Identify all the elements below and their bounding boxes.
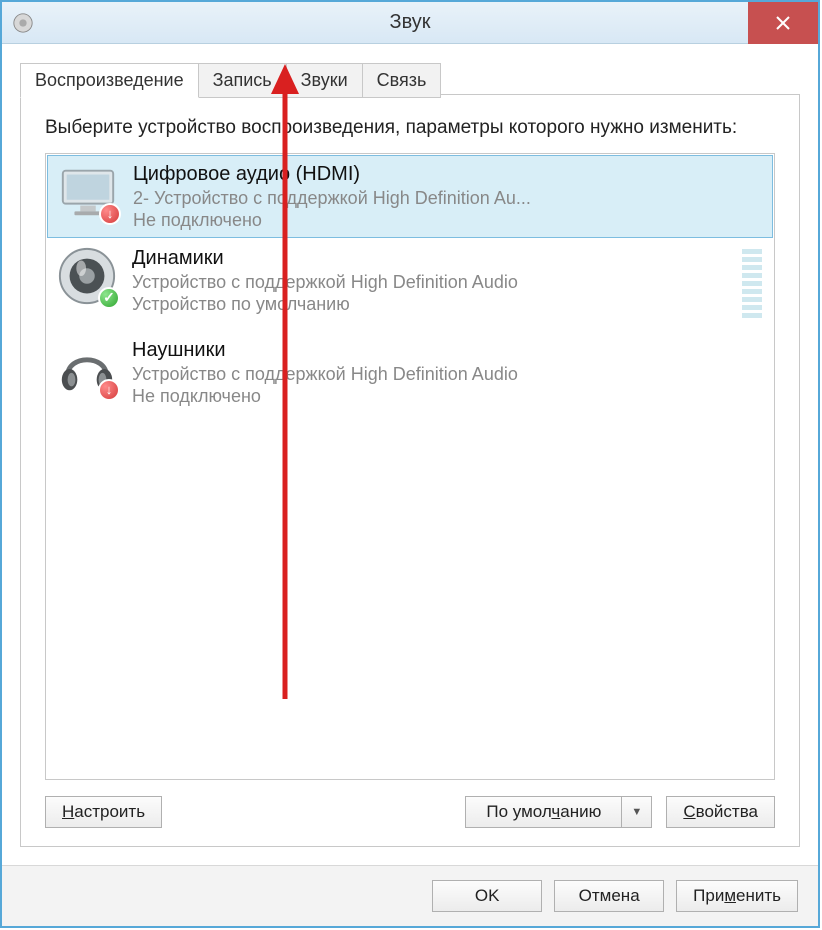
- tab-panel: Воспроизведение Запись Звуки Связь Выбер…: [20, 94, 800, 847]
- tab-recording[interactable]: Запись: [198, 63, 287, 98]
- device-name: Динамики: [132, 247, 734, 270]
- apply-button[interactable]: Применить: [676, 880, 798, 912]
- volume-meter: [742, 249, 762, 321]
- sound-app-icon: [12, 12, 34, 34]
- device-status: Не подключено: [133, 209, 765, 232]
- dialog-footer: OK Отмена Применить: [2, 865, 818, 926]
- device-name: Наушники: [132, 339, 766, 362]
- headphones-icon: [56, 337, 118, 399]
- dropdown-arrow-icon[interactable]: ▼: [621, 797, 651, 827]
- device-name: Цифровое аудио (HDMI): [133, 163, 765, 186]
- device-item-hdmi[interactable]: Цифровое аудио (HDMI) 2- Устройство с по…: [47, 155, 773, 238]
- set-default-button[interactable]: По умолчанию ▼: [465, 796, 652, 828]
- status-badge-default-icon: [98, 287, 120, 309]
- sound-dialog: Звук Воспроизведение Запись Звуки Связь …: [0, 0, 820, 928]
- titlebar: Звук: [2, 2, 818, 44]
- device-item-speakers[interactable]: Динамики Устройство с поддержкой High De…: [46, 239, 774, 331]
- properties-button[interactable]: Свойства: [666, 796, 775, 828]
- speaker-icon: [56, 245, 118, 307]
- tab-playback[interactable]: Воспроизведение: [20, 63, 199, 98]
- cancel-button[interactable]: Отмена: [554, 880, 664, 912]
- device-desc: 2- Устройство с поддержкой High Definiti…: [133, 187, 765, 210]
- tab-row: Воспроизведение Запись Звуки Связь: [20, 63, 440, 98]
- tab-communications[interactable]: Связь: [362, 63, 442, 98]
- device-status: Устройство по умолчанию: [132, 293, 734, 316]
- device-item-headphones[interactable]: Наушники Устройство с поддержкой High De…: [46, 331, 774, 414]
- close-button[interactable]: [748, 2, 818, 44]
- panel-button-row: Настроить По умолчанию ▼ Свойства: [45, 796, 775, 828]
- ok-button[interactable]: OK: [432, 880, 542, 912]
- instruction-text: Выберите устройство воспроизведения, пар…: [45, 115, 775, 141]
- configure-button[interactable]: Настроить: [45, 796, 162, 828]
- device-desc: Устройство с поддержкой High Definition …: [132, 363, 766, 386]
- device-desc: Устройство с поддержкой High Definition …: [132, 271, 734, 294]
- status-badge-disconnected-icon: [99, 203, 121, 225]
- content-area: Воспроизведение Запись Звуки Связь Выбер…: [2, 44, 818, 865]
- tab-sounds[interactable]: Звуки: [286, 63, 363, 98]
- device-list[interactable]: Цифровое аудио (HDMI) 2- Устройство с по…: [45, 153, 775, 780]
- monitor-icon: [57, 161, 119, 223]
- device-status: Не подключено: [132, 385, 766, 408]
- status-badge-disconnected-icon: [98, 379, 120, 401]
- window-title: Звук: [2, 11, 818, 34]
